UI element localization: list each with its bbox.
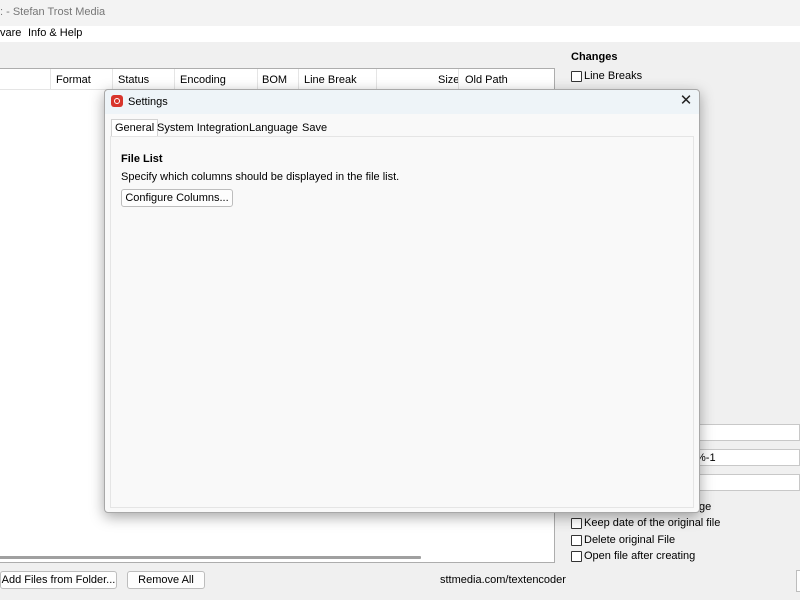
main-title-bar: : - Stefan Trost Media bbox=[0, 0, 800, 26]
column-separator[interactable] bbox=[50, 69, 51, 89]
close-icon[interactable]: ✕ bbox=[678, 92, 694, 110]
add-files-from-folder-button[interactable]: Add Files from Folder... bbox=[0, 571, 117, 589]
app-icon bbox=[111, 95, 123, 107]
dialog-title-bar[interactable]: Settings ✕ bbox=[105, 90, 699, 114]
column-separator[interactable] bbox=[257, 69, 258, 89]
tab-language[interactable]: Language bbox=[246, 120, 301, 136]
dialog-title: Settings bbox=[128, 96, 168, 108]
configure-columns-button[interactable]: Configure Columns... bbox=[121, 189, 233, 207]
delete-original-label: Delete original File bbox=[584, 534, 676, 546]
file-list-header: Format Status Encoding BOM Line Break Si… bbox=[0, 69, 554, 90]
open-after-checkbox[interactable] bbox=[571, 551, 582, 562]
column-format[interactable]: Format bbox=[56, 74, 91, 86]
keep-date-checkbox[interactable] bbox=[571, 518, 582, 529]
column-line-break[interactable]: Line Break bbox=[304, 74, 357, 86]
column-old-path[interactable]: Old Path bbox=[465, 74, 508, 86]
horizontal-scrollbar[interactable] bbox=[0, 556, 421, 559]
website-link[interactable]: sttmedia.com/textencoder bbox=[440, 574, 566, 586]
file-list-section-description: Specify which columns should be displaye… bbox=[121, 171, 400, 183]
line-breaks-checkbox[interactable] bbox=[571, 71, 582, 82]
column-separator[interactable] bbox=[298, 69, 299, 89]
keep-date-label: Keep date of the original file bbox=[584, 517, 721, 529]
column-encoding[interactable]: Encoding bbox=[180, 74, 226, 86]
column-separator[interactable] bbox=[376, 69, 377, 89]
menu-software[interactable]: vare bbox=[0, 27, 21, 39]
settings-dialog: Settings ✕ General System Integration La… bbox=[104, 89, 700, 513]
column-separator[interactable] bbox=[174, 69, 175, 89]
line-breaks-label: Line Breaks bbox=[584, 70, 643, 82]
partial-right-button[interactable] bbox=[796, 570, 800, 592]
file-list-section-title: File List bbox=[121, 153, 163, 165]
menu-info-help[interactable]: Info & Help bbox=[28, 27, 82, 39]
delete-original-checkbox[interactable] bbox=[571, 535, 582, 546]
column-bom[interactable]: BOM bbox=[262, 74, 287, 86]
column-separator[interactable] bbox=[458, 69, 459, 89]
column-size[interactable]: Size bbox=[438, 74, 459, 86]
menu-bar: vare Info & Help bbox=[0, 26, 800, 42]
window-title: : - Stefan Trost Media bbox=[0, 6, 106, 18]
tab-general[interactable]: General bbox=[111, 119, 159, 136]
changes-heading: Changes bbox=[571, 51, 618, 63]
remove-all-button[interactable]: Remove All bbox=[127, 571, 205, 589]
column-separator[interactable] bbox=[112, 69, 113, 89]
tab-system-integration[interactable]: System Integration bbox=[154, 120, 252, 136]
tab-save[interactable]: Save bbox=[299, 120, 330, 136]
open-after-label: Open file after creating bbox=[584, 550, 696, 562]
column-status[interactable]: Status bbox=[118, 74, 149, 86]
partial-option-label: ge bbox=[699, 501, 712, 513]
